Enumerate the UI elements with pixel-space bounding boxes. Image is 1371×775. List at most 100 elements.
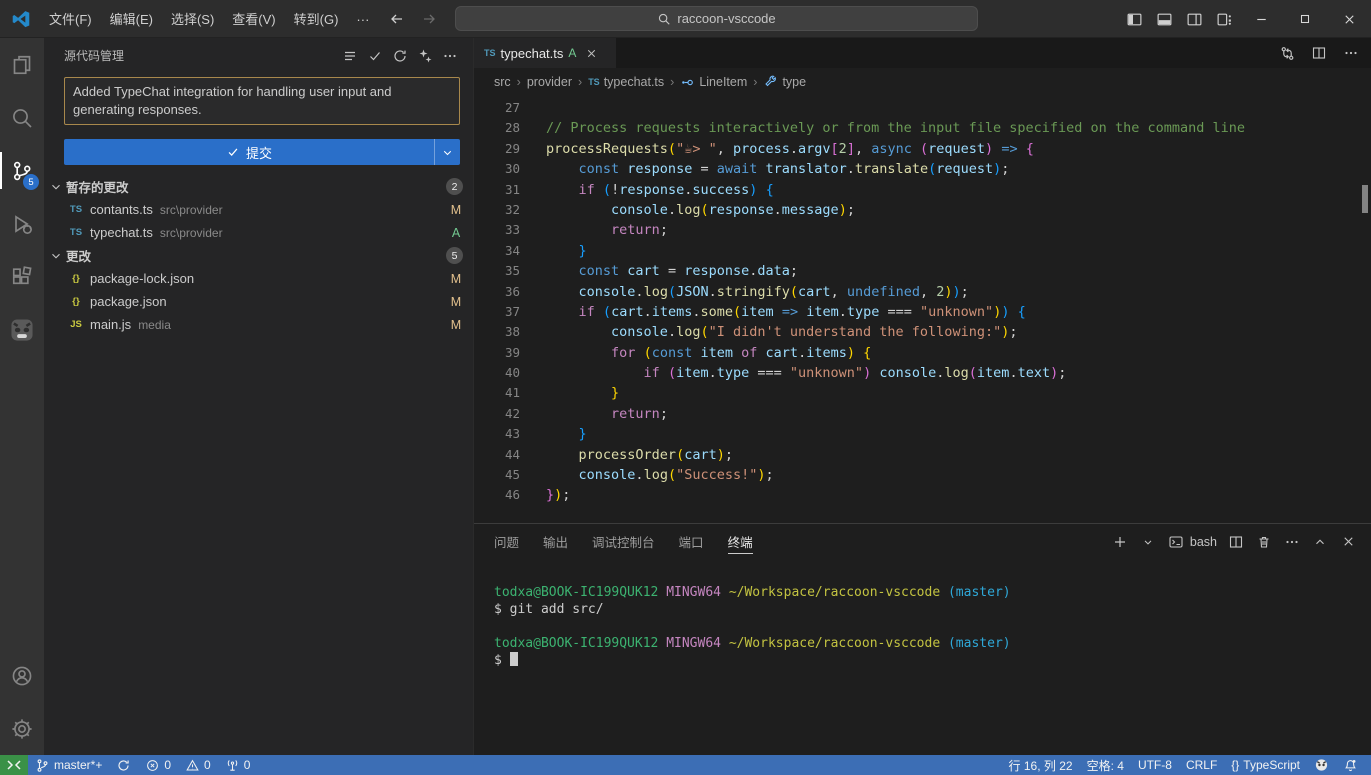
activitybar-item-explorer[interactable] xyxy=(0,38,44,91)
maximize-button[interactable] xyxy=(1283,0,1327,38)
statusbar-warnings[interactable]: 0 xyxy=(178,755,218,775)
statusbar-language-mode[interactable]: {}TypeScript xyxy=(1224,755,1307,775)
activitybar-item-source-control[interactable]: 5 xyxy=(0,144,44,197)
toggle-primary-sidebar-icon[interactable] xyxy=(1119,4,1149,34)
refresh-icon[interactable] xyxy=(389,45,411,67)
code-line[interactable]: 46}); xyxy=(474,485,1371,505)
code-editor[interactable]: 2728// Process requests interactively or… xyxy=(474,96,1371,506)
panel-tab-调试控制台[interactable]: 调试控制台 xyxy=(580,524,667,559)
activitybar-item-search[interactable] xyxy=(0,91,44,144)
scm-file-row[interactable]: TScontants.tssrc\providerM xyxy=(44,198,473,221)
code-line[interactable]: 38 console.log("I didn't understand the … xyxy=(474,322,1371,342)
activitybar-item-settings[interactable] xyxy=(0,702,44,755)
panel-tab-输出[interactable]: 输出 xyxy=(531,524,580,559)
breadcrumb-item-type[interactable]: type xyxy=(763,75,806,90)
statusbar-sync-changes[interactable] xyxy=(109,755,138,775)
code-line[interactable]: 30 const response = await translator.tra… xyxy=(474,159,1371,179)
open-changes-icon[interactable] xyxy=(1277,43,1297,63)
statusbar-notifications[interactable] xyxy=(1336,755,1365,775)
new-terminal-icon[interactable] xyxy=(1111,533,1129,551)
statusbar-eol[interactable]: CRLF xyxy=(1179,755,1224,775)
code-line[interactable]: 41 } xyxy=(474,383,1371,403)
commit-dropdown-button[interactable] xyxy=(434,139,460,165)
breadcrumb-item-src[interactable]: src xyxy=(494,75,511,89)
split-terminal-icon[interactable] xyxy=(1227,533,1245,551)
menu-item-1[interactable]: 编辑(E) xyxy=(101,8,162,31)
statusbar-ports[interactable]: 0 xyxy=(218,755,258,775)
customize-layout-icon[interactable] xyxy=(1209,4,1239,34)
close-tab-icon[interactable] xyxy=(583,45,599,61)
terminal-instance[interactable]: bash xyxy=(1167,533,1217,551)
scm-file-row[interactable]: TStypechat.tssrc\providerA xyxy=(44,221,473,244)
statusbar-encoding[interactable]: UTF-8 xyxy=(1131,755,1179,775)
code-line[interactable]: 33 return; xyxy=(474,220,1371,240)
statusbar-errors[interactable]: 0 xyxy=(138,755,178,775)
toggle-secondary-sidebar-icon[interactable] xyxy=(1179,4,1209,34)
go-forward-icon[interactable] xyxy=(416,6,442,32)
activitybar-item-extensions[interactable] xyxy=(0,250,44,303)
scm-group-header[interactable]: 暂存的更改2 xyxy=(44,175,473,198)
commit-message-input[interactable]: Added TypeChat integration for handling … xyxy=(64,77,460,125)
terminal-output[interactable]: todxa@BOOK-IC199QUK12 MINGW64 ~/Workspac… xyxy=(474,559,1371,669)
kill-terminal-icon[interactable] xyxy=(1255,533,1273,551)
generate-commit-message-icon[interactable] xyxy=(414,45,436,67)
menu-item-3[interactable]: 查看(V) xyxy=(223,8,284,31)
code-line[interactable]: 36 console.log(JSON.stringify(cart, unde… xyxy=(474,282,1371,302)
remote-indicator[interactable] xyxy=(0,755,28,775)
code-line[interactable]: 29processRequests("☕> ", process.argv[2]… xyxy=(474,139,1371,159)
editor-scrollbar[interactable] xyxy=(1362,185,1368,213)
code-line[interactable]: 45 console.log("Success!"); xyxy=(474,465,1371,485)
more-editor-actions-icon[interactable] xyxy=(1341,43,1361,63)
code-line[interactable]: 40 if (item.type === "unknown") console.… xyxy=(474,363,1371,383)
code-line[interactable]: 39 for (const item of cart.items) { xyxy=(474,343,1371,363)
minimize-button[interactable] xyxy=(1239,0,1283,38)
close-window-button[interactable] xyxy=(1327,0,1371,38)
statusbar-indentation[interactable]: 空格: 4 xyxy=(1080,755,1131,775)
view-as-list-icon[interactable] xyxy=(339,45,361,67)
toggle-panel-icon[interactable] xyxy=(1149,4,1179,34)
code-line[interactable]: 43 } xyxy=(474,424,1371,444)
code-line[interactable]: 44 processOrder(cart); xyxy=(474,445,1371,465)
activitybar-item-raccoon[interactable] xyxy=(0,303,44,356)
maximize-panel-icon[interactable] xyxy=(1311,533,1329,551)
menu-item-4[interactable]: 转到(G) xyxy=(285,8,348,31)
statusbar-cursor-position[interactable]: 行 16, 列 22 xyxy=(1002,755,1080,775)
more-panel-actions-icon[interactable] xyxy=(1283,533,1301,551)
code-line[interactable]: 42 return; xyxy=(474,404,1371,424)
panel-tab-端口[interactable]: 端口 xyxy=(667,524,716,559)
code-line[interactable]: 28// Process requests interactively or f… xyxy=(474,118,1371,138)
code-line[interactable]: 27 xyxy=(474,98,1371,118)
scm-group-header[interactable]: 更改5 xyxy=(44,244,473,267)
panel-tab-问题[interactable]: 问题 xyxy=(482,524,531,559)
statusbar-git-branch[interactable]: master*+ xyxy=(28,755,109,775)
code-line[interactable]: 31 if (!response.success) { xyxy=(474,180,1371,200)
activitybar-item-account[interactable] xyxy=(0,649,44,702)
commit-button[interactable]: 提交 xyxy=(64,139,434,165)
code-line[interactable]: 37 if (cart.items.some(item => item.type… xyxy=(474,302,1371,322)
breadcrumb-item-LineItem[interactable]: LineItem xyxy=(680,75,747,90)
breadcrumb-item-typechat.ts[interactable]: TStypechat.ts xyxy=(588,75,664,89)
code-line[interactable]: 34 } xyxy=(474,241,1371,261)
code-line[interactable]: 35 const cart = response.data; xyxy=(474,261,1371,281)
file-type-icon: TS xyxy=(68,204,84,215)
split-editor-icon[interactable] xyxy=(1309,43,1329,63)
command-center-search[interactable]: raccoon-vsccode xyxy=(455,6,978,31)
menu-item-2[interactable]: 选择(S) xyxy=(162,8,223,31)
scm-file-row[interactable]: {}package.jsonM xyxy=(44,290,473,313)
code-line[interactable]: 32 console.log(response.message); xyxy=(474,200,1371,220)
tab-typechat[interactable]: TS typechat.ts A xyxy=(474,38,616,68)
close-panel-icon[interactable] xyxy=(1339,533,1357,551)
more-actions-icon[interactable] xyxy=(439,45,461,67)
commit-check-icon[interactable] xyxy=(364,45,386,67)
statusbar-raccoon-extension[interactable] xyxy=(1307,755,1336,775)
menu-item-5[interactable]: ··· xyxy=(347,8,378,31)
terminal-dropdown-icon[interactable] xyxy=(1139,533,1157,551)
menu-item-0[interactable]: 文件(F) xyxy=(40,8,101,31)
scm-file-row[interactable]: JSmain.jsmediaM xyxy=(44,313,473,336)
activitybar-item-run-debug[interactable] xyxy=(0,197,44,250)
scm-file-row[interactable]: {}package-lock.jsonM xyxy=(44,267,473,290)
breadcrumb-item-provider[interactable]: provider xyxy=(527,75,572,89)
panel-tab-终端[interactable]: 终端 xyxy=(716,524,765,559)
go-back-icon[interactable] xyxy=(384,6,410,32)
activity-badge: 5 xyxy=(23,174,39,190)
